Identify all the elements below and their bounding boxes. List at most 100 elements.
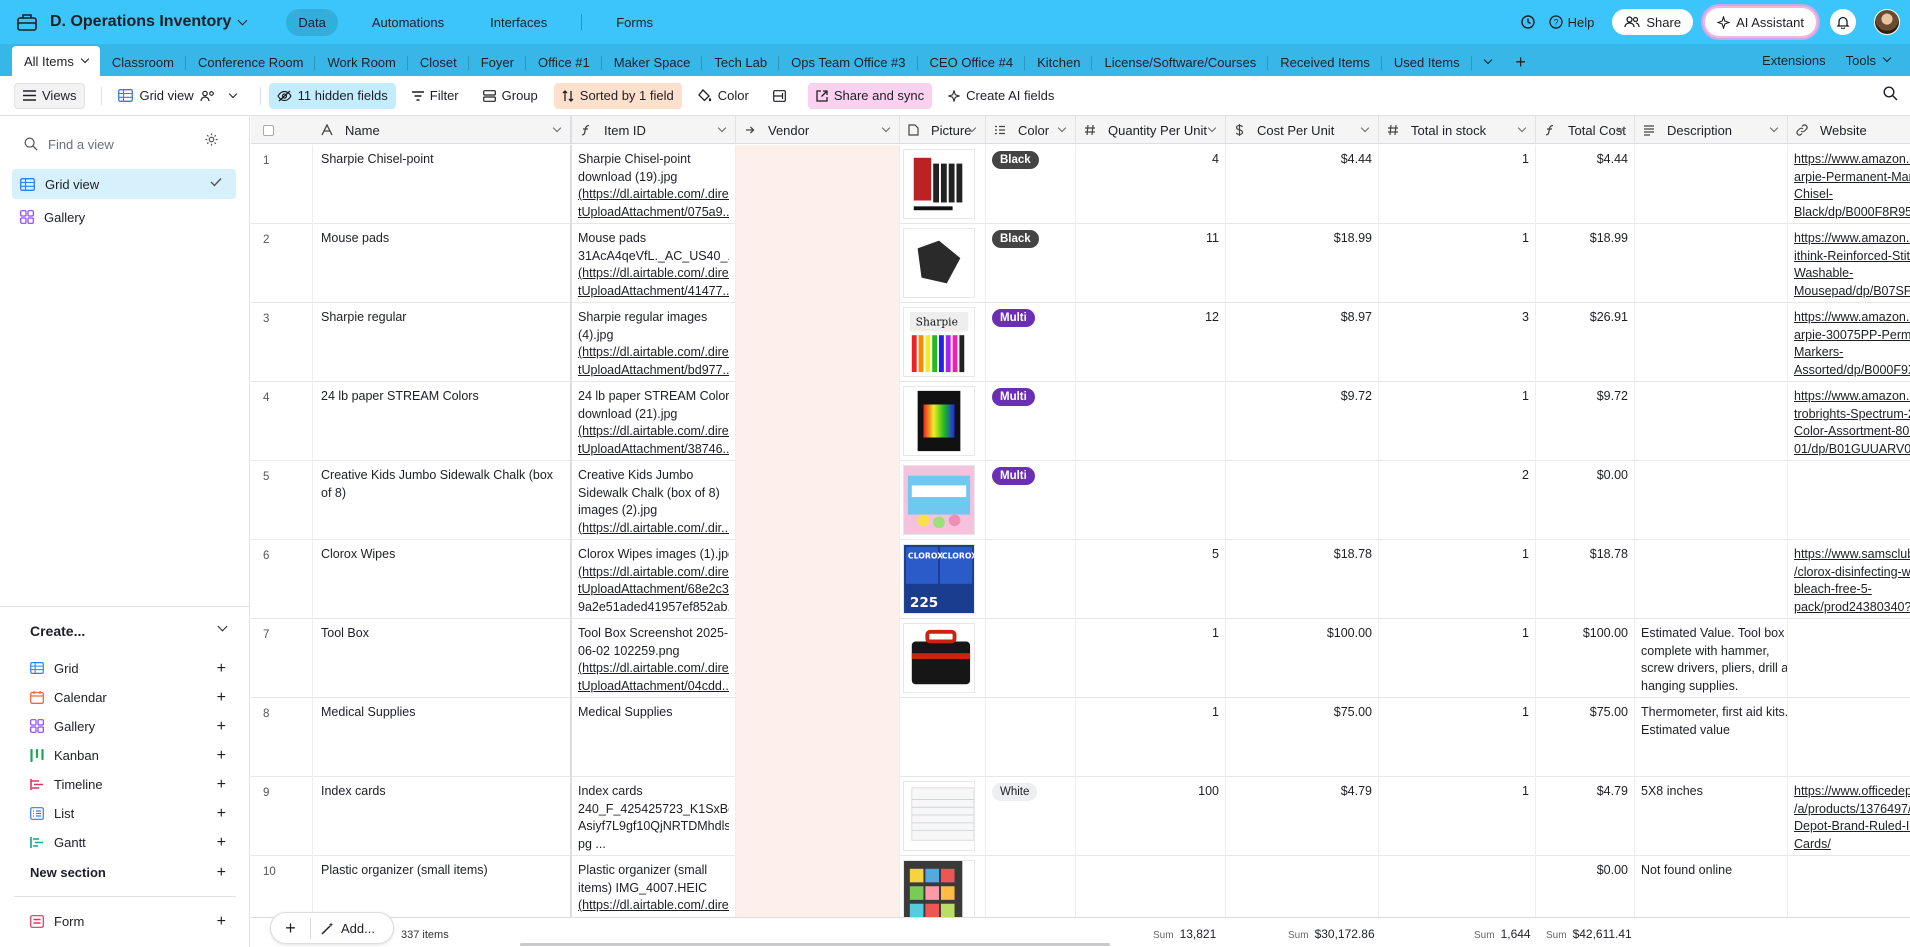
website-link-line[interactable]: https://www.amazon.c [1794, 388, 1910, 406]
nav-tab-automations[interactable]: Automations [360, 9, 456, 36]
chevron-down-icon[interactable] [237, 15, 248, 25]
share-button[interactable]: Share [1612, 9, 1694, 35]
table-tab-tech-lab[interactable]: Tech Lab [702, 48, 779, 76]
total-cost-cell[interactable]: $18.78 [1536, 540, 1635, 619]
create-calendar-view[interactable]: Calendar + [30, 685, 226, 709]
color-cell[interactable] [986, 540, 1076, 619]
description-cell[interactable] [1635, 382, 1788, 461]
column-header-name[interactable]: Name [313, 116, 572, 144]
table-tab-work-room[interactable]: Work Room [315, 48, 409, 76]
website-cell[interactable]: https://www.officedep/a/products/1376497… [1788, 777, 1910, 856]
website-link-line[interactable]: https://www.amazon.c [1794, 151, 1910, 169]
color-button[interactable]: Color [690, 83, 757, 109]
vendor-cell[interactable] [736, 777, 900, 856]
nav-tab-data[interactable]: Data [286, 8, 338, 36]
website-link-line[interactable]: Color-Assortment-809 [1794, 423, 1910, 441]
table-row[interactable]: 9 Index cards Index cards 240_F_425425723_K… [251, 777, 1910, 856]
tools-button[interactable]: Tools [1846, 53, 1892, 68]
plus-icon[interactable]: + [217, 718, 226, 736]
name-cell[interactable]: Medical Supplies [313, 698, 572, 777]
sort-button[interactable]: Sorted by 1 field [553, 82, 682, 109]
column-header-item-id[interactable]: Item ID [572, 116, 736, 144]
user-avatar[interactable] [1874, 9, 1900, 35]
name-cell[interactable]: Sharpie regular [313, 303, 572, 382]
cost-cell[interactable]: $4.79 [1226, 777, 1379, 856]
extensions-button[interactable]: Extensions [1762, 53, 1826, 68]
item-id-cell[interactable]: Medical Supplies [572, 698, 736, 777]
row-height-button[interactable] [765, 83, 800, 109]
description-cell[interactable] [1635, 540, 1788, 619]
picture-cell[interactable] [900, 224, 986, 303]
total-cost-cell[interactable]: $18.99 [1536, 224, 1635, 303]
chevron-down-icon[interactable] [217, 621, 228, 632]
name-cell[interactable]: Sharpie Chisel-point [313, 145, 572, 224]
stock-cell[interactable]: 1 [1379, 777, 1536, 856]
quantity-cell[interactable]: 11 [1076, 224, 1226, 303]
share-and-sync-button[interactable]: Share and sync [807, 82, 933, 109]
quantity-cell[interactable]: 4 [1076, 145, 1226, 224]
vendor-cell[interactable] [736, 698, 900, 777]
item-thumbnail-image[interactable] [903, 781, 975, 851]
column-header-total-in-stock[interactable]: Total in stock [1379, 116, 1536, 144]
picture-cell[interactable] [900, 145, 986, 224]
stock-cell[interactable]: 3 [1379, 303, 1536, 382]
table-tab-ops-team-office[interactable]: Ops Team Office #3 [779, 48, 918, 76]
cost-cell[interactable]: $18.78 [1226, 540, 1379, 619]
table-tab-classroom[interactable]: Classroom [100, 48, 187, 76]
vendor-cell[interactable] [736, 540, 900, 619]
table-tab-license-software[interactable]: License/Software/Courses [1092, 48, 1268, 76]
website-cell[interactable] [1788, 619, 1910, 698]
quantity-cell[interactable]: 1 [1076, 698, 1226, 777]
item-thumbnail-image[interactable]: Sharpie [903, 307, 975, 377]
color-cell[interactable]: Black [986, 145, 1076, 224]
add-options[interactable]: Add... [321, 921, 375, 936]
website-cell[interactable]: https://www.amazon.c ithink-Reinforced-St… [1788, 224, 1910, 303]
column-header-color[interactable]: Color [986, 116, 1076, 144]
name-cell[interactable]: Creative Kids Jumbo Sidewalk Chalk (box … [313, 461, 572, 540]
description-cell[interactable] [1635, 461, 1788, 540]
description-cell[interactable] [1635, 303, 1788, 382]
total-cost-cell[interactable]: $4.44 [1536, 145, 1635, 224]
website-link-line[interactable]: Cards/ [1794, 836, 1910, 854]
website-link-line[interactable]: /a/products/1376497/ [1794, 801, 1910, 819]
views-toggle-button[interactable]: Views [14, 82, 86, 109]
chevron-down-icon[interactable] [80, 54, 90, 64]
create-heading[interactable]: Create... [30, 623, 85, 639]
plus-icon[interactable]: + [217, 805, 226, 823]
add-table-plus-icon[interactable]: + [1504, 48, 1538, 76]
cost-sum[interactable]: Sum $30,172.86 [1288, 927, 1375, 941]
item-thumbnail-image[interactable] [903, 386, 975, 456]
chevron-down-icon[interactable] [1207, 123, 1217, 133]
column-header-quantity-per-unit[interactable]: Quantity Per Unit [1076, 116, 1226, 144]
chevron-down-icon[interactable] [1517, 123, 1527, 133]
plus-icon[interactable]: + [217, 689, 226, 707]
stock-cell[interactable]: 1 [1379, 540, 1536, 619]
table-tab-conference-room[interactable]: Conference Room [186, 48, 316, 76]
color-cell[interactable] [986, 698, 1076, 777]
column-header-vendor[interactable]: Vendor [736, 116, 900, 144]
chevron-down-icon[interactable] [1769, 123, 1779, 133]
table-tab-all-items[interactable]: All Items [12, 46, 100, 76]
website-link-line[interactable]: /clorox-disinfecting-w [1794, 564, 1910, 582]
chevron-down-icon[interactable] [717, 123, 727, 133]
create-form-view[interactable]: Form + [30, 909, 226, 933]
description-cell[interactable] [1635, 145, 1788, 224]
cost-cell[interactable]: $9.72 [1226, 382, 1379, 461]
website-cell[interactable]: https://www.amazon.c trobrights-Spectrum-… [1788, 382, 1910, 461]
description-cell[interactable] [1635, 224, 1788, 303]
item-id-cell[interactable]: Index cards 240_F_425425723_K1SxBdePJ Asiy… [572, 777, 736, 856]
item-id-cell[interactable]: Tool Box Screenshot 2025- 06-02 102259.pn… [572, 619, 736, 698]
table-row[interactable]: 3 Sharpie regular Sharpie regular images (4… [251, 303, 1910, 382]
name-cell[interactable]: Tool Box [313, 619, 572, 698]
vendor-cell[interactable] [736, 145, 900, 224]
name-cell[interactable]: 24 lb paper STREAM Colors [313, 382, 572, 461]
chevron-down-icon[interactable] [881, 123, 891, 133]
hidden-fields-button[interactable]: 11 hidden fields [268, 82, 396, 109]
stock-cell[interactable]: 1 [1379, 382, 1536, 461]
item-id-cell[interactable]: Sharpie regular images (4).jpg (https://dl… [572, 303, 736, 382]
table-tab-closet[interactable]: Closet [408, 48, 469, 76]
item-id-cell[interactable]: Clorox Wipes images (1).jpg (https://dl.a… [572, 540, 736, 619]
color-cell[interactable]: Multi [986, 461, 1076, 540]
sidebar-view-grid[interactable]: Grid view [12, 169, 236, 199]
website-link-line[interactable]: https://www.amazon.c [1794, 309, 1910, 327]
